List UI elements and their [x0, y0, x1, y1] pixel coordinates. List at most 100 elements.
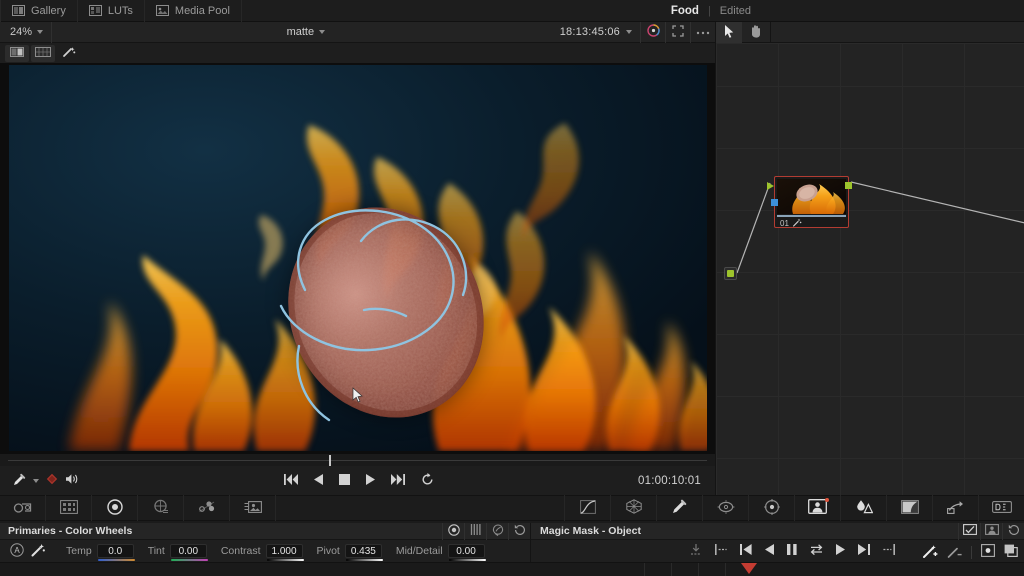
- color-wheels-button[interactable]: [92, 495, 138, 521]
- skip-to-end-button[interactable]: [390, 473, 405, 488]
- sizing-button[interactable]: [932, 495, 978, 521]
- temp-field[interactable]: 0.0: [96, 544, 135, 561]
- contrast-param[interactable]: Contrast 1.000: [221, 544, 304, 561]
- mask-copy-button[interactable]: [1004, 544, 1018, 560]
- bars-mode-button[interactable]: [464, 522, 486, 540]
- contrast-gradient-bar: [266, 559, 304, 561]
- mid-detail-field[interactable]: 0.00: [447, 544, 486, 561]
- project-divider: |: [707, 4, 711, 17]
- play-button[interactable]: [365, 473, 375, 488]
- media-pool-button[interactable]: Media Pool: [145, 0, 242, 22]
- gallery-button[interactable]: Gallery: [0, 0, 78, 22]
- viewer-options-button[interactable]: [690, 21, 715, 43]
- audio-button[interactable]: [65, 473, 79, 488]
- keyframe-marker-icon[interactable]: [741, 563, 757, 574]
- magic-mask-button[interactable]: [794, 495, 840, 521]
- stop-button[interactable]: [338, 473, 350, 488]
- magic-mask-header-icons: [958, 522, 1024, 540]
- track-one-frame-back-button[interactable]: [715, 544, 727, 558]
- mask-toggle-button[interactable]: [958, 522, 980, 540]
- source-node[interactable]: [724, 267, 737, 280]
- node-01[interactable]: 01: [767, 176, 852, 228]
- auto-balance-button[interactable]: A: [8, 542, 25, 560]
- source-output-port[interactable]: [727, 270, 734, 277]
- image-wipe-button[interactable]: [31, 44, 55, 62]
- luts-button[interactable]: LUTs: [78, 0, 145, 22]
- auto-color-button[interactable]: [30, 543, 47, 560]
- key-icon: [900, 499, 919, 517]
- split-screen-icon: [10, 46, 24, 60]
- reset-primaries-button[interactable]: [508, 522, 530, 540]
- qualifier-button[interactable]: [656, 495, 702, 521]
- split-screen-button[interactable]: [5, 44, 29, 62]
- zoom-selector[interactable]: 24%: [0, 21, 53, 43]
- playhead-handle[interactable]: [329, 455, 331, 466]
- magic-mask-panel-header: Magic Mask - Object: [530, 522, 1024, 540]
- person-mask-button[interactable]: [980, 522, 1002, 540]
- reset-mask-button[interactable]: [1002, 522, 1024, 540]
- person-mask-icon: [984, 524, 999, 538]
- select-arrow-button[interactable]: [716, 21, 742, 43]
- pivot-param[interactable]: Pivot 0.435: [317, 544, 383, 561]
- track-all-button[interactable]: [690, 543, 702, 559]
- bars-icon: [470, 524, 482, 538]
- color-match-button[interactable]: [46, 495, 92, 521]
- node-bypass-button[interactable]: [46, 473, 58, 488]
- tint-param[interactable]: Tint 0.00: [148, 544, 208, 561]
- magic-wand-button[interactable]: [57, 45, 81, 62]
- mask-overlay-button[interactable]: [981, 544, 995, 560]
- wheels-mode-button[interactable]: [442, 522, 464, 540]
- tracker-button[interactable]: [748, 495, 794, 521]
- add-stroke-button[interactable]: [923, 544, 938, 561]
- node-editor-canvas[interactable]: 01: [715, 43, 1024, 495]
- rgb-mixer-button[interactable]: [184, 495, 230, 521]
- key-button[interactable]: [886, 495, 932, 521]
- viewer-image: [8, 65, 707, 451]
- pan-hand-button[interactable]: [742, 22, 768, 43]
- loop-button[interactable]: [421, 472, 434, 489]
- chevron-down-icon[interactable]: [33, 478, 39, 483]
- mid-detail-gradient-bar: [448, 559, 486, 561]
- stereo-3d-button[interactable]: [978, 495, 1024, 521]
- curves-button[interactable]: [564, 495, 610, 521]
- tint-field[interactable]: 0.00: [169, 544, 208, 561]
- viewer-header-buttons: [640, 21, 715, 43]
- skip-to-start-button[interactable]: [283, 473, 298, 488]
- sizing-icon: [946, 500, 965, 517]
- subtract-stroke-button[interactable]: [947, 544, 962, 561]
- track-one-frame-forward-button[interactable]: [883, 544, 895, 558]
- fullscreen-button[interactable]: [665, 21, 690, 43]
- bidirectional-track-button[interactable]: [810, 544, 823, 558]
- mid-detail-param[interactable]: Mid/Detail 0.00: [396, 544, 486, 561]
- node-rgb-output-port[interactable]: [845, 182, 852, 189]
- log-mode-button[interactable]: [486, 522, 508, 540]
- play-reverse-button[interactable]: [313, 473, 323, 488]
- viewer-scrubber[interactable]: [0, 453, 715, 466]
- pivot-field[interactable]: 0.435: [344, 544, 383, 561]
- primaries-header-icons: [442, 522, 530, 540]
- window-button[interactable]: [702, 495, 748, 521]
- node-rgb-input-port[interactable]: [767, 182, 774, 190]
- viewer-title-group[interactable]: matte: [52, 26, 560, 38]
- track-one-frame-back-icon: [715, 544, 727, 558]
- viewer-canvas[interactable]: [0, 63, 715, 453]
- node-key-input-port[interactable]: [771, 199, 778, 206]
- track-forward-end-button[interactable]: [858, 544, 870, 558]
- color-warper-grid-button[interactable]: [610, 495, 656, 521]
- track-forward-button[interactable]: [836, 544, 845, 558]
- viewer-timecode-group[interactable]: 18:13:45:06: [560, 26, 640, 38]
- color-warper-button[interactable]: [138, 495, 184, 521]
- eyedropper-button[interactable]: [13, 473, 26, 489]
- contrast-field[interactable]: 1.000: [265, 544, 304, 561]
- track-one-frame-forward-icon: [883, 544, 895, 558]
- keyframe-timeline-strip[interactable]: [0, 562, 1024, 576]
- pause-button[interactable]: [787, 544, 797, 558]
- camera-raw-button[interactable]: [0, 495, 46, 521]
- color-wheel-button[interactable]: [640, 21, 665, 43]
- track-reverse-button[interactable]: [765, 544, 774, 558]
- track-reverse-start-button[interactable]: [740, 544, 752, 558]
- timeline-cell: [671, 562, 698, 576]
- blur-button[interactable]: [840, 495, 886, 521]
- temp-param[interactable]: Temp 0.0: [66, 544, 135, 561]
- motion-effects-button[interactable]: [230, 495, 276, 521]
